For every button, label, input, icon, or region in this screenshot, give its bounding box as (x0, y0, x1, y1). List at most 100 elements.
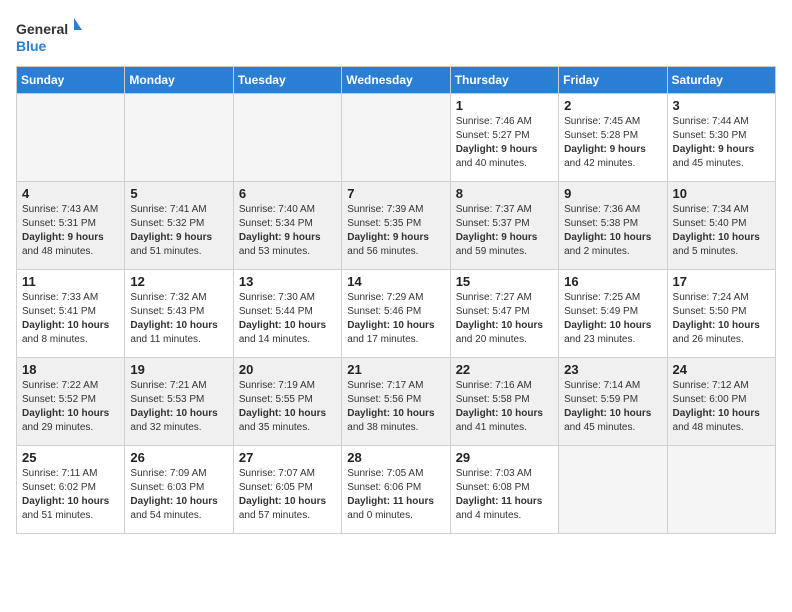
calendar-week-row: 1 Sunrise: 7:46 AMSunset: 5:27 PMDaylight… (17, 94, 776, 182)
calendar-week-row: 4 Sunrise: 7:43 AMSunset: 5:31 PMDaylight… (17, 182, 776, 270)
day-info: Sunrise: 7:41 AMSunset: 5:32 PMDaylight:… (130, 203, 227, 259)
day-number: 26 (130, 450, 227, 465)
calendar-cell: 2 Sunrise: 7:45 AMSunset: 5:28 PMDaylight… (559, 94, 667, 182)
day-number: 1 (456, 98, 553, 113)
page-header: General Blue (16, 16, 776, 56)
weekday-header-friday: Friday (559, 67, 667, 94)
day-info: Sunrise: 7:17 AMSunset: 5:56 PMDaylight:… (347, 379, 444, 435)
calendar-cell: 11Sunrise: 7:33 AMSunset: 5:41 PMDayligh… (17, 270, 125, 358)
day-number: 29 (456, 450, 553, 465)
day-number: 16 (564, 274, 661, 289)
calendar-cell (667, 446, 775, 534)
day-number: 21 (347, 362, 444, 377)
day-info: Sunrise: 7:25 AMSunset: 5:49 PMDaylight:… (564, 291, 661, 347)
day-info: Sunrise: 7:05 AMSunset: 6:06 PMDaylight:… (347, 467, 444, 523)
day-number: 8 (456, 186, 553, 201)
weekday-header-tuesday: Tuesday (233, 67, 341, 94)
day-number: 14 (347, 274, 444, 289)
day-number: 22 (456, 362, 553, 377)
day-number: 18 (22, 362, 119, 377)
calendar-cell: 16 Sunrise: 7:25 AMSunset: 5:49 PMDayligh… (559, 270, 667, 358)
day-info: Sunrise: 7:32 AMSunset: 5:43 PMDaylight:… (130, 291, 227, 347)
calendar-cell: 18 Sunrise: 7:22 AMSunset: 5:52 PMDayligh… (17, 358, 125, 446)
weekday-header-sunday: Sunday (17, 67, 125, 94)
calendar-cell (559, 446, 667, 534)
day-number: 20 (239, 362, 336, 377)
calendar-cell: 21 Sunrise: 7:17 AMSunset: 5:56 PMDayligh… (342, 358, 450, 446)
calendar-cell: 3 Sunrise: 7:44 AMSunset: 5:30 PMDaylight… (667, 94, 775, 182)
day-number: 24 (673, 362, 770, 377)
day-info: Sunrise: 7:34 AMSunset: 5:40 PMDaylight:… (673, 203, 770, 259)
calendar-week-row: 25 Sunrise: 7:11 AMSunset: 6:02 PMDayligh… (17, 446, 776, 534)
calendar-cell: 24 Sunrise: 7:12 AMSunset: 6:00 PMDayligh… (667, 358, 775, 446)
day-number: 19 (130, 362, 227, 377)
day-info: Sunrise: 7:30 AMSunset: 5:44 PMDaylight:… (239, 291, 336, 347)
calendar-cell: 14 Sunrise: 7:29 AMSunset: 5:46 PMDayligh… (342, 270, 450, 358)
day-info: Sunrise: 7:39 AMSunset: 5:35 PMDaylight:… (347, 203, 444, 259)
day-info: Sunrise: 7:22 AMSunset: 5:52 PMDaylight:… (22, 379, 119, 435)
day-number: 7 (347, 186, 444, 201)
day-number: 12 (130, 274, 227, 289)
calendar-cell (17, 94, 125, 182)
day-info: Sunrise: 7:11 AMSunset: 6:02 PMDaylight:… (22, 467, 119, 523)
calendar-cell: 15 Sunrise: 7:27 AMSunset: 5:47 PMDayligh… (450, 270, 558, 358)
calendar-cell: 28Sunrise: 7:05 AMSunset: 6:06 PMDayligh… (342, 446, 450, 534)
day-info: Sunrise: 7:27 AMSunset: 5:47 PMDaylight:… (456, 291, 553, 347)
calendar-cell: 4 Sunrise: 7:43 AMSunset: 5:31 PMDaylight… (17, 182, 125, 270)
calendar-cell: 10 Sunrise: 7:34 AMSunset: 5:40 PMDayligh… (667, 182, 775, 270)
calendar-cell: 17 Sunrise: 7:24 AMSunset: 5:50 PMDayligh… (667, 270, 775, 358)
day-info: Sunrise: 7:37 AMSunset: 5:37 PMDaylight:… (456, 203, 553, 259)
calendar-cell: 27Sunrise: 7:07 AMSunset: 6:05 PMDayligh… (233, 446, 341, 534)
weekday-header-wednesday: Wednesday (342, 67, 450, 94)
calendar-week-row: 18 Sunrise: 7:22 AMSunset: 5:52 PMDayligh… (17, 358, 776, 446)
day-number: 10 (673, 186, 770, 201)
day-number: 3 (673, 98, 770, 113)
weekday-header-saturday: Saturday (667, 67, 775, 94)
calendar-cell: 9Sunrise: 7:36 AMSunset: 5:38 PMDaylight… (559, 182, 667, 270)
day-info: Sunrise: 7:45 AMSunset: 5:28 PMDaylight:… (564, 115, 661, 171)
day-number: 17 (673, 274, 770, 289)
day-info: Sunrise: 7:46 AMSunset: 5:27 PMDaylight:… (456, 115, 553, 171)
calendar-cell: 5 Sunrise: 7:41 AMSunset: 5:32 PMDaylight… (125, 182, 233, 270)
logo: General Blue (16, 16, 86, 56)
day-info: Sunrise: 7:44 AMSunset: 5:30 PMDaylight:… (673, 115, 770, 171)
day-number: 2 (564, 98, 661, 113)
calendar-cell: 7 Sunrise: 7:39 AMSunset: 5:35 PMDaylight… (342, 182, 450, 270)
calendar-cell: 19 Sunrise: 7:21 AMSunset: 5:53 PMDayligh… (125, 358, 233, 446)
weekday-header-thursday: Thursday (450, 67, 558, 94)
svg-text:Blue: Blue (16, 38, 47, 54)
day-number: 4 (22, 186, 119, 201)
day-info: Sunrise: 7:12 AMSunset: 6:00 PMDaylight:… (673, 379, 770, 435)
day-info: Sunrise: 7:16 AMSunset: 5:58 PMDaylight:… (456, 379, 553, 435)
weekday-header-row: SundayMondayTuesdayWednesdayThursdayFrid… (17, 67, 776, 94)
svg-text:General: General (16, 21, 68, 37)
day-number: 5 (130, 186, 227, 201)
day-info: Sunrise: 7:21 AMSunset: 5:53 PMDaylight:… (130, 379, 227, 435)
logo-svg: General Blue (16, 16, 86, 56)
calendar-cell: 1 Sunrise: 7:46 AMSunset: 5:27 PMDaylight… (450, 94, 558, 182)
day-info: Sunrise: 7:09 AMSunset: 6:03 PMDaylight:… (130, 467, 227, 523)
calendar-cell: 25 Sunrise: 7:11 AMSunset: 6:02 PMDayligh… (17, 446, 125, 534)
day-info: Sunrise: 7:03 AMSunset: 6:08 PMDaylight:… (456, 467, 553, 523)
day-number: 25 (22, 450, 119, 465)
calendar-cell: 13 Sunrise: 7:30 AMSunset: 5:44 PMDayligh… (233, 270, 341, 358)
day-number: 23 (564, 362, 661, 377)
weekday-header-monday: Monday (125, 67, 233, 94)
day-info: Sunrise: 7:43 AMSunset: 5:31 PMDaylight:… (22, 203, 119, 259)
day-number: 11 (22, 274, 119, 289)
day-info: Sunrise: 7:19 AMSunset: 5:55 PMDaylight:… (239, 379, 336, 435)
calendar-cell: 23Sunrise: 7:14 AMSunset: 5:59 PMDayligh… (559, 358, 667, 446)
day-info: Sunrise: 7:24 AMSunset: 5:50 PMDaylight:… (673, 291, 770, 347)
day-info: Sunrise: 7:07 AMSunset: 6:05 PMDaylight:… (239, 467, 336, 523)
calendar-cell: 20 Sunrise: 7:19 AMSunset: 5:55 PMDayligh… (233, 358, 341, 446)
day-number: 13 (239, 274, 336, 289)
calendar-cell: 12 Sunrise: 7:32 AMSunset: 5:43 PMDayligh… (125, 270, 233, 358)
calendar-cell (342, 94, 450, 182)
day-info: Sunrise: 7:29 AMSunset: 5:46 PMDaylight:… (347, 291, 444, 347)
calendar-cell: 29 Sunrise: 7:03 AMSunset: 6:08 PMDayligh… (450, 446, 558, 534)
day-number: 9 (564, 186, 661, 201)
day-info: Sunrise: 7:40 AMSunset: 5:34 PMDaylight:… (239, 203, 336, 259)
day-number: 15 (456, 274, 553, 289)
calendar-cell: 6Sunrise: 7:40 AMSunset: 5:34 PMDaylight… (233, 182, 341, 270)
calendar-cell (125, 94, 233, 182)
